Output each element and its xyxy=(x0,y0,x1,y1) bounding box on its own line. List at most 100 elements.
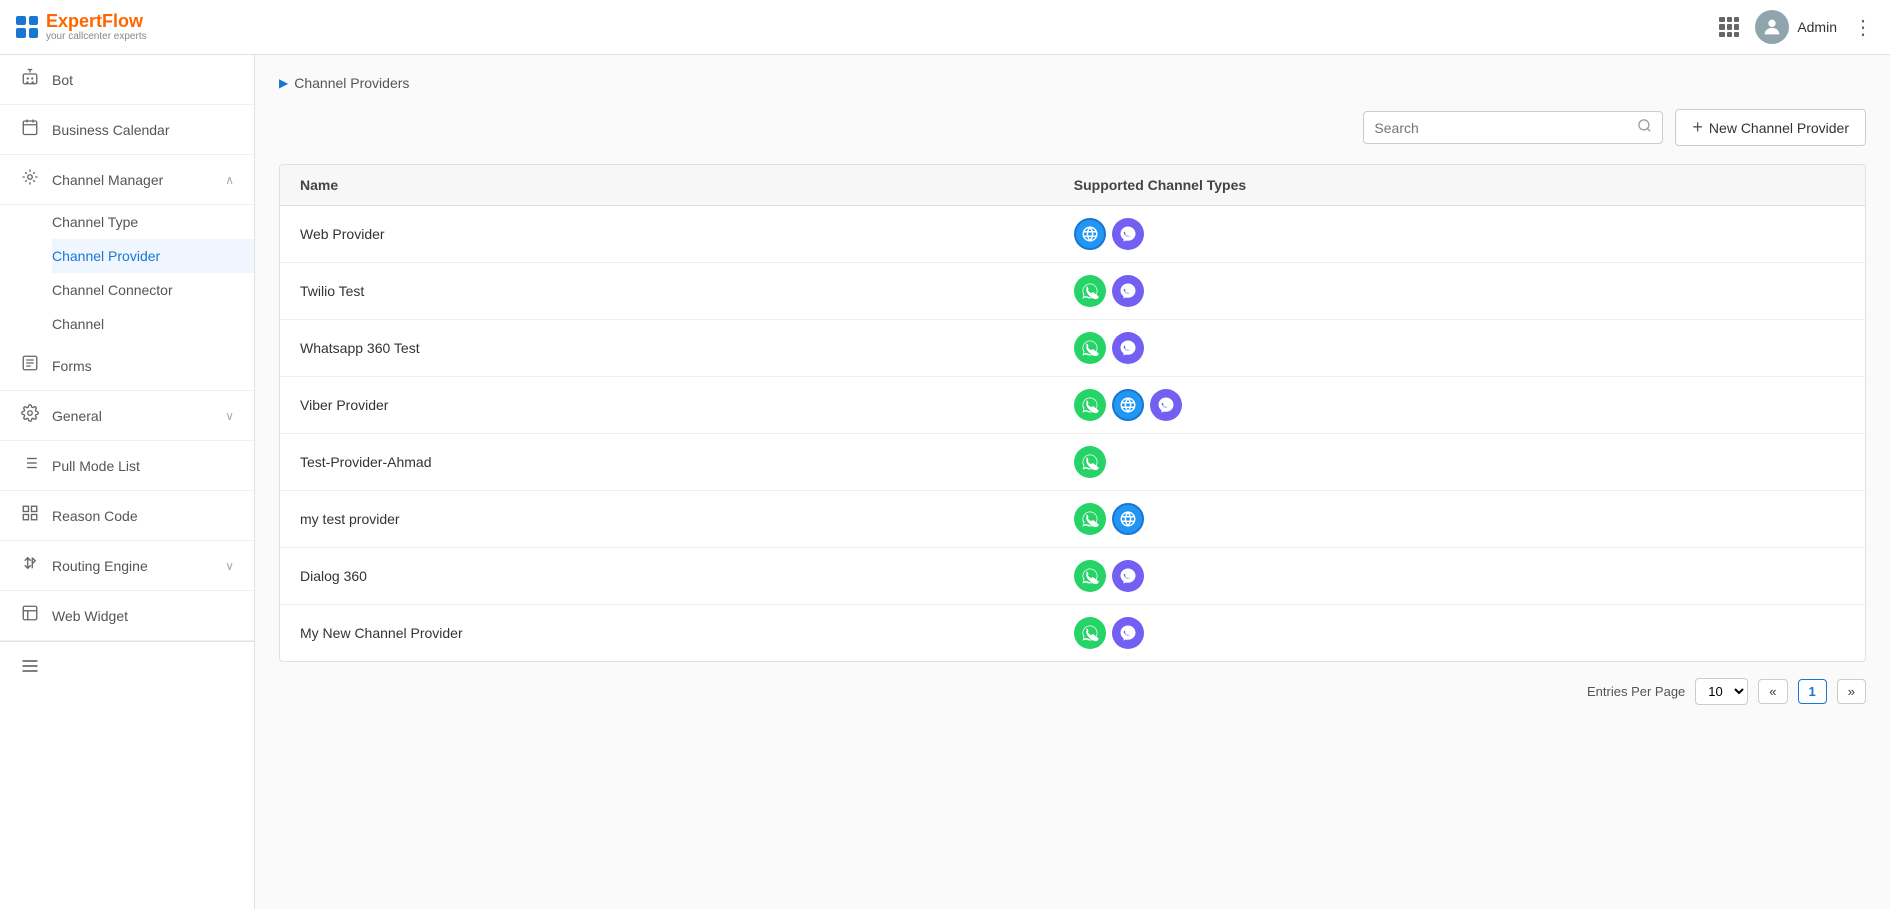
new-channel-provider-button[interactable]: + New Channel Provider xyxy=(1675,109,1866,146)
routing-engine-icon xyxy=(20,554,40,577)
sidebar-label-bot: Bot xyxy=(52,72,234,88)
provider-name: My New Channel Provider xyxy=(280,605,1054,662)
whatsapp-icon xyxy=(1074,446,1106,478)
brand-flow: Flow xyxy=(102,11,143,31)
main-content: ▶ Channel Providers + New Channel Provid… xyxy=(255,55,1890,909)
sidebar-label-pull-mode-list: Pull Mode List xyxy=(52,458,234,474)
general-arrow: ∨ xyxy=(225,409,234,423)
table-row[interactable]: my test provider xyxy=(280,491,1865,548)
provider-channels xyxy=(1054,320,1865,377)
sidebar-label-general: General xyxy=(52,408,213,424)
provider-channels xyxy=(1054,605,1865,662)
viber-icon xyxy=(1112,617,1144,649)
sidebar-label-channel-type: Channel Type xyxy=(52,214,234,230)
pull-mode-icon xyxy=(20,454,40,477)
breadcrumb: ▶ Channel Providers xyxy=(279,75,1866,91)
search-icon xyxy=(1637,118,1652,137)
whatsapp-icon xyxy=(1074,560,1106,592)
channel-icons xyxy=(1074,446,1845,478)
plus-icon: + xyxy=(1692,117,1703,138)
grid-icon[interactable] xyxy=(1719,17,1739,37)
sidebar-item-channel-type[interactable]: Channel Type xyxy=(52,205,254,239)
provider-name: Twilio Test xyxy=(280,263,1054,320)
bot-icon xyxy=(20,68,40,91)
sidebar-item-general[interactable]: General ∨ xyxy=(0,391,254,441)
sidebar: Bot Business Calendar Channel Manager ∧ xyxy=(0,55,255,909)
layout: Bot Business Calendar Channel Manager ∧ xyxy=(0,55,1890,909)
sidebar-item-forms[interactable]: Forms xyxy=(0,341,254,391)
table-row[interactable]: Web Provider xyxy=(280,206,1865,263)
per-page-label: Entries Per Page xyxy=(1587,684,1685,699)
table-row[interactable]: Whatsapp 360 Test xyxy=(280,320,1865,377)
provider-channels xyxy=(1054,377,1865,434)
viber-icon xyxy=(1150,389,1182,421)
toolbar: + New Channel Provider xyxy=(279,109,1866,146)
search-input[interactable] xyxy=(1374,120,1629,136)
provider-channels xyxy=(1054,491,1865,548)
calendar-icon xyxy=(20,118,40,141)
col-name: Name xyxy=(280,165,1054,206)
provider-name: Test-Provider-Ahmad xyxy=(280,434,1054,491)
provider-name: Web Provider xyxy=(280,206,1054,263)
breadcrumb-arrow: ▶ xyxy=(279,76,288,90)
sidebar-item-business-calendar[interactable]: Business Calendar xyxy=(0,105,254,155)
topbar: ExpertFlow your callcenter experts Admin… xyxy=(0,0,1890,55)
whatsapp-icon xyxy=(1074,389,1106,421)
web-icon xyxy=(1112,389,1144,421)
web-icon xyxy=(1074,218,1106,250)
breadcrumb-label: Channel Providers xyxy=(294,75,409,91)
per-page-select[interactable]: 10 25 50 xyxy=(1695,678,1748,705)
next-page-button[interactable]: » xyxy=(1837,679,1866,704)
whatsapp-icon xyxy=(1074,275,1106,307)
logo-text: ExpertFlow your callcenter experts xyxy=(46,12,147,43)
provider-channels xyxy=(1054,263,1865,320)
sidebar-item-channel[interactable]: Channel xyxy=(52,307,254,341)
sidebar-label-channel-manager: Channel Manager xyxy=(52,172,213,188)
topbar-right: Admin ⋮ xyxy=(1719,10,1874,44)
provider-name: my test provider xyxy=(280,491,1054,548)
sidebar-label-reason-code: Reason Code xyxy=(52,508,234,524)
search-box[interactable] xyxy=(1363,111,1663,144)
user-area[interactable]: Admin xyxy=(1755,10,1837,44)
prev-page-button[interactable]: « xyxy=(1758,679,1787,704)
provider-channels xyxy=(1054,434,1865,491)
sidebar-label-web-widget: Web Widget xyxy=(52,608,234,624)
tagline: your callcenter experts xyxy=(46,31,147,42)
table-row[interactable]: Test-Provider-Ahmad xyxy=(280,434,1865,491)
sidebar-item-channel-provider[interactable]: Channel Provider xyxy=(52,239,254,273)
sidebar-item-bot[interactable]: Bot xyxy=(0,55,254,105)
viber-icon xyxy=(1112,275,1144,307)
channel-icons xyxy=(1074,218,1845,250)
brand-expert: Expert xyxy=(46,11,102,31)
current-page: 1 xyxy=(1798,679,1827,704)
hamburger-menu[interactable] xyxy=(0,641,254,695)
sidebar-item-routing-engine[interactable]: Routing Engine ∨ xyxy=(0,541,254,591)
web-icon xyxy=(1112,503,1144,535)
sidebar-item-reason-code[interactable]: Reason Code xyxy=(0,491,254,541)
sidebar-item-channel-manager[interactable]: Channel Manager ∧ xyxy=(0,155,254,205)
sidebar-item-pull-mode-list[interactable]: Pull Mode List xyxy=(0,441,254,491)
table-row[interactable]: Dialog 360 xyxy=(280,548,1865,605)
table-row[interactable]: Viber Provider xyxy=(280,377,1865,434)
sidebar-label-routing-engine: Routing Engine xyxy=(52,558,213,574)
sidebar-label-business-calendar: Business Calendar xyxy=(52,122,234,138)
reason-code-icon xyxy=(20,504,40,527)
channel-icons xyxy=(1074,617,1845,649)
channel-manager-arrow: ∧ xyxy=(225,173,234,187)
channel-providers-table: Name Supported Channel Types Web Provide… xyxy=(279,164,1866,662)
col-channel-types: Supported Channel Types xyxy=(1054,165,1865,206)
general-icon xyxy=(20,404,40,427)
whatsapp-icon xyxy=(1074,332,1106,364)
web-widget-icon xyxy=(20,604,40,627)
sidebar-item-channel-connector[interactable]: Channel Connector xyxy=(52,273,254,307)
channel-icons xyxy=(1074,503,1845,535)
provider-name: Whatsapp 360 Test xyxy=(280,320,1054,377)
logo-icon xyxy=(16,16,38,38)
table-row[interactable]: My New Channel Provider xyxy=(280,605,1865,662)
routing-engine-arrow: ∨ xyxy=(225,559,234,573)
table-row[interactable]: Twilio Test xyxy=(280,263,1865,320)
channel-icons xyxy=(1074,332,1845,364)
sidebar-item-web-widget[interactable]: Web Widget xyxy=(0,591,254,641)
more-options-icon[interactable]: ⋮ xyxy=(1853,15,1874,40)
provider-channels xyxy=(1054,548,1865,605)
